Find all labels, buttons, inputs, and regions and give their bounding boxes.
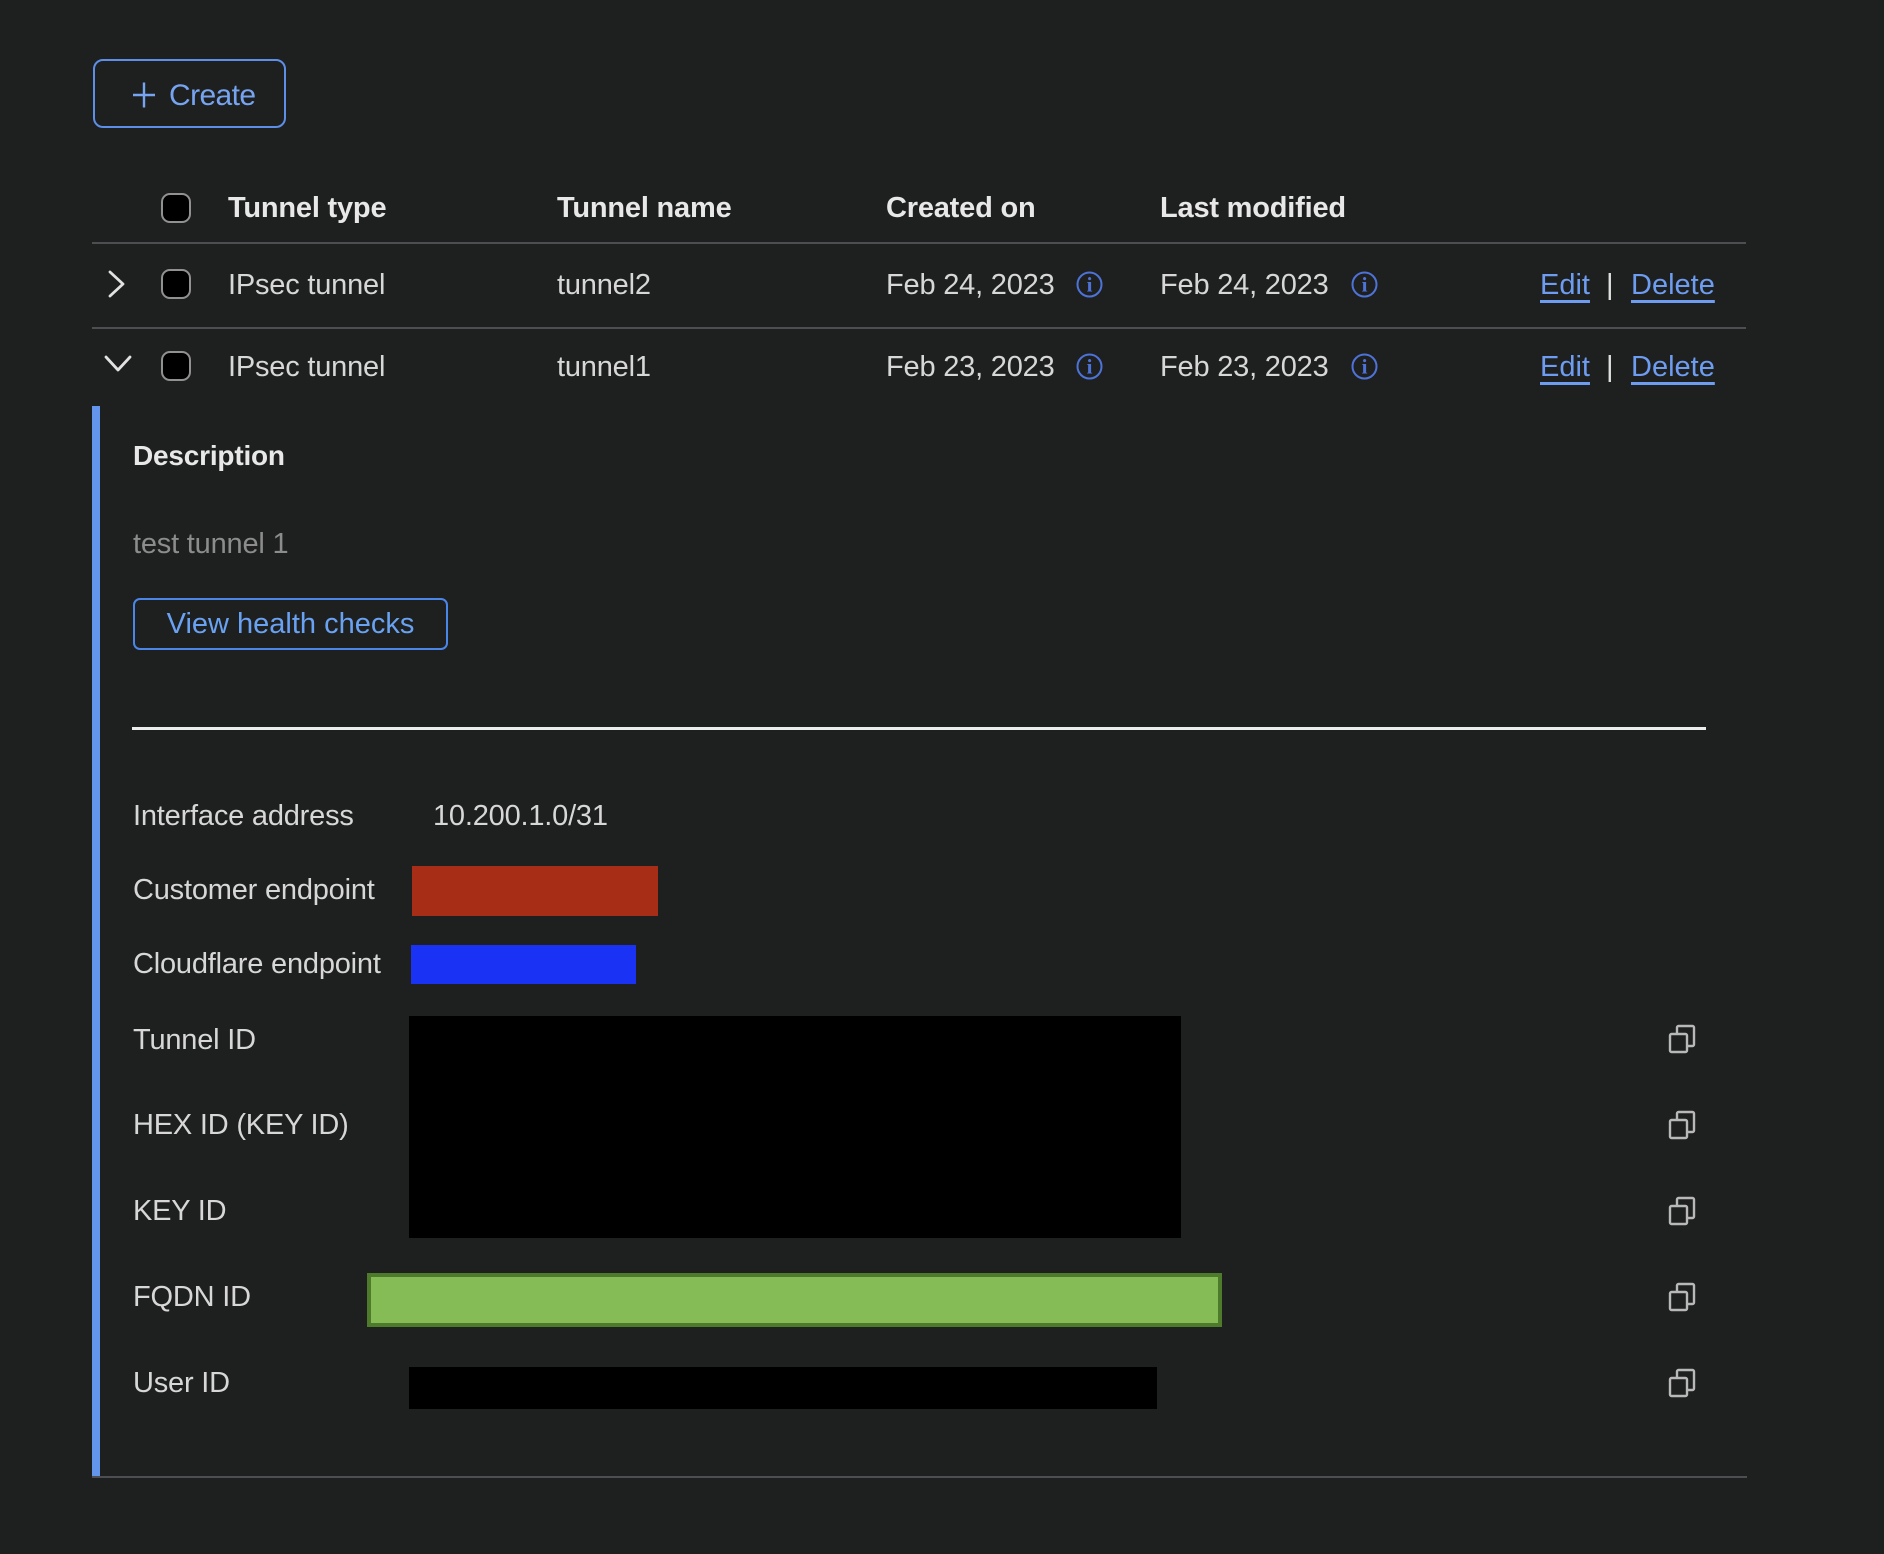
svg-text:i: i <box>1362 355 1368 379</box>
svg-text:i: i <box>1362 273 1368 297</box>
svg-text:i: i <box>1087 273 1093 297</box>
svg-text:i: i <box>1087 355 1093 379</box>
